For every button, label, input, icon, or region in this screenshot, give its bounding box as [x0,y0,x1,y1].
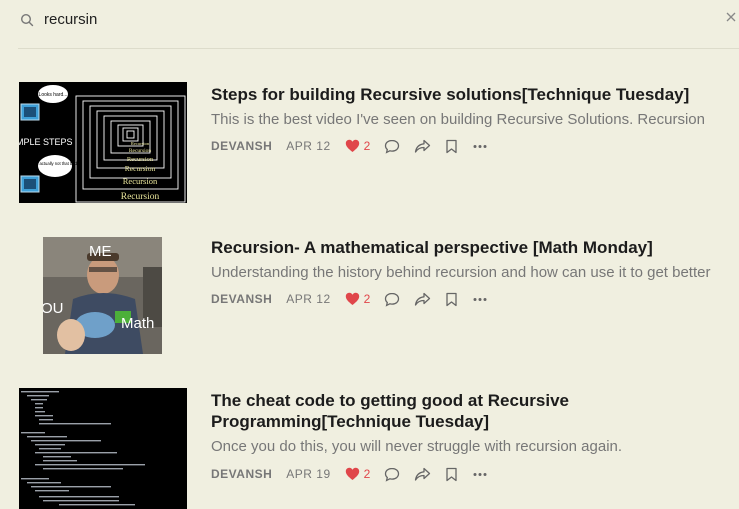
more-button[interactable] [472,292,488,307]
post-title[interactable]: The cheat code to getting good at Recurs… [211,390,729,432]
like-count: 2 [363,139,371,153]
post-item[interactable]: The cheat code to getting good at Recurs… [0,378,739,509]
heart-icon [345,139,359,152]
heart-icon [345,467,359,480]
stack-label: Recursion [131,141,150,146]
comment-button[interactable] [384,139,400,154]
post-author[interactable]: DEVANSH [211,292,272,306]
post-item[interactable]: Recursion Recursion Recursion Recursion … [0,72,739,212]
bubble-text: Looks hard... [39,92,68,98]
code-screenshot-image [19,388,187,509]
comment-button[interactable] [384,467,400,482]
bookmark-icon [446,467,457,481]
comment-icon [385,292,400,307]
post-meta: DEVANSH APR 12 2 [211,289,488,309]
post-meta: DEVANSH APR 19 2 [211,464,488,484]
like-button[interactable]: 2 [345,467,371,481]
like-count: 2 [363,467,371,481]
post-title[interactable]: Steps for building Recursive solutions[T… [211,84,729,105]
more-icon [473,144,487,148]
bookmark-button[interactable] [445,467,458,482]
post-author[interactable]: DEVANSH [211,139,272,153]
comment-button[interactable] [384,292,400,307]
share-icon [415,292,431,306]
more-button[interactable] [472,467,488,482]
comment-icon [385,139,400,154]
stack-label: Recursion [123,176,158,186]
comment-icon [385,467,400,482]
share-button[interactable] [414,292,431,307]
more-icon [473,472,487,476]
recursion-meme-image: Recursion Recursion Recursion Recursion … [19,82,187,203]
post-title-line: Programming[Technique Tuesday] [211,412,490,431]
meme-label: ME [89,243,112,260]
search-divider [18,48,739,49]
post-title-line: The cheat code to getting good at Recurs… [211,391,569,410]
bookmark-button[interactable] [445,139,458,154]
post-author[interactable]: DEVANSH [211,467,272,481]
share-button[interactable] [414,139,431,154]
svg-text:It's actually not that bad: It's actually not that bad [33,161,78,166]
stack-label: Recursion [121,192,160,202]
side-label: MPLE STEPS [19,137,73,147]
bookmark-button[interactable] [445,292,458,307]
post-date: APR 12 [286,292,331,306]
post-item[interactable]: ME YOU Math Recursion- A mathematical pe… [0,225,739,365]
post-subtitle[interactable]: This is the best video I've seen on buil… [211,110,731,130]
post-thumbnail[interactable]: ME YOU Math [43,237,162,354]
post-meta: DEVANSH APR 12 2 [211,136,488,156]
math-meme-image: ME YOU Math [43,237,162,354]
share-icon [415,467,431,481]
post-subtitle[interactable]: Once you do this, you will never struggl… [211,437,731,457]
post-title[interactable]: Recursion- A mathematical perspective [M… [211,237,729,258]
more-icon [473,297,487,301]
stack-label: Recursion [125,164,156,173]
stack-label: Recursion [127,156,154,163]
post-thumbnail[interactable] [19,388,187,509]
like-button[interactable]: 2 [345,292,371,306]
bubble-text: It's actually not that bad [33,161,78,166]
share-button[interactable] [414,467,431,482]
post-date: APR 19 [286,467,331,481]
like-button[interactable]: 2 [345,139,371,153]
search-input[interactable] [44,7,684,31]
post-thumbnail[interactable]: Recursion Recursion Recursion Recursion … [19,82,187,203]
bookmark-icon [446,139,457,153]
post-date: APR 12 [286,139,331,153]
like-count: 2 [363,292,371,306]
search-icon [20,13,34,27]
share-icon [415,139,431,153]
search-bar [0,0,739,48]
heart-icon [345,292,359,305]
more-button[interactable] [472,139,488,154]
stack-label: Recursion [129,148,152,154]
meme-label: Math [121,315,154,332]
close-icon[interactable] [725,11,737,23]
bookmark-icon [446,292,457,306]
meme-label: YOU [43,300,64,317]
post-subtitle[interactable]: Understanding the history behind recursi… [211,263,731,283]
